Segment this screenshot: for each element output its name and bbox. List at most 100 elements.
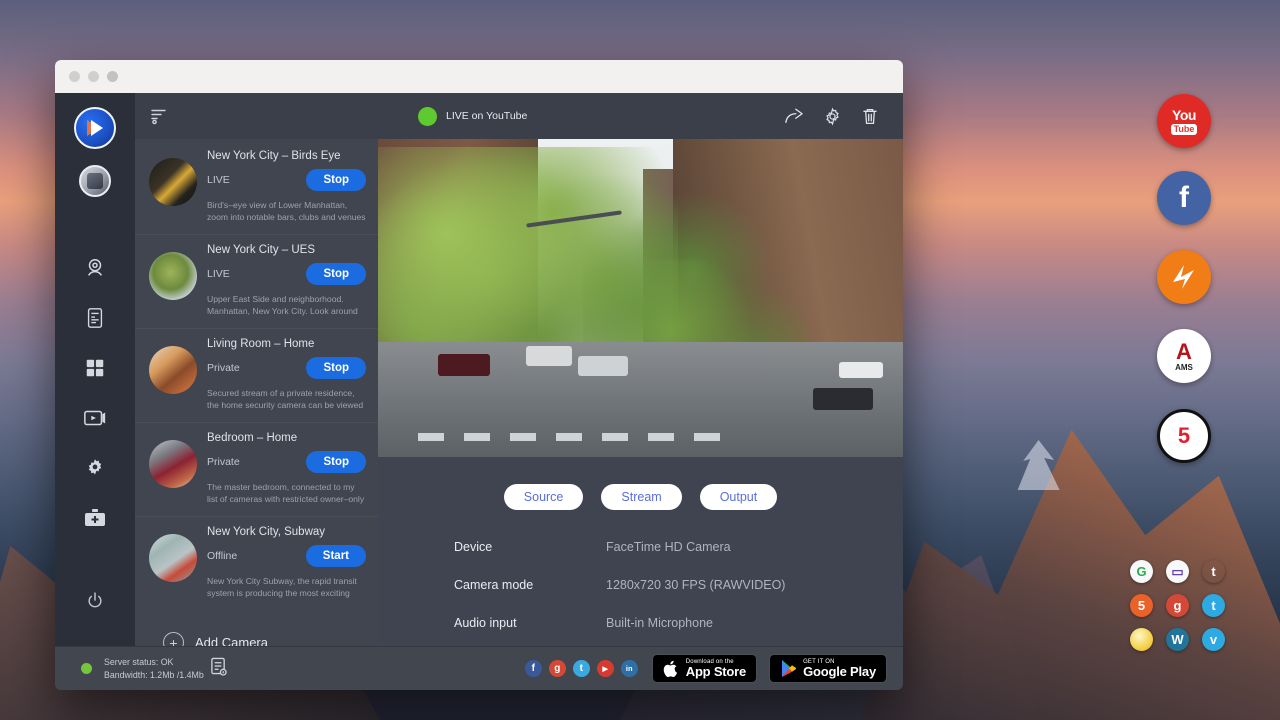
dock-vimeo-icon[interactable]: v [1202,628,1225,651]
dock-tumblr-icon[interactable]: t [1202,560,1225,583]
bandwidth-text: Bandwidth: 1.2Mb /1.4Mb [104,669,204,682]
share-button[interactable] [775,100,813,132]
camera-list-item[interactable]: New York City, Subway Offline Start New … [135,517,378,610]
camera-action-button[interactable]: Start [306,545,366,567]
status-text-block: Server status: OK Bandwidth: 1.2Mb /1.4M… [104,656,204,682]
avatar-icon [87,173,103,189]
linkedin-glyph: in [626,664,633,673]
sidebar-item-settings[interactable] [72,445,118,491]
camera-name: New York City – UES [207,244,366,256]
youtube-glyph: ▶ [603,665,608,673]
live-status-badge: LIVE on YouTube [418,107,527,126]
facebook-glyph: f [532,663,535,674]
video-car [839,362,883,378]
dock-target-five-icon[interactable]: 5 [1157,409,1211,463]
info-label: Camera mode [454,578,606,592]
trash-icon [861,107,879,126]
footer-googleplus-icon[interactable]: g [549,660,566,677]
app-store-badges: Download on the App Store GET IT ON Goog… [652,654,887,683]
main-panel: LIVE on YouTube [378,93,903,646]
app-logo[interactable] [74,107,116,149]
live-status-label: LIVE on YouTube [446,110,527,122]
sort-filter-icon[interactable] [149,107,169,125]
camera-action-button[interactable]: Stop [306,357,366,379]
dock-facebook-icon[interactable]: f [1157,171,1211,225]
camera-name: New York City – Birds Eye [207,150,366,162]
video-car [438,354,490,376]
camera-list-item[interactable]: New York City – UES LIVE Stop Upper East… [135,235,378,329]
zoom-button[interactable] [107,71,118,82]
sidebar-item-power[interactable] [72,578,118,624]
dock-groupon-icon[interactable]: G [1130,560,1153,583]
dock-wowza-icon[interactable] [1157,250,1211,304]
footer-linkedin-icon[interactable]: in [621,660,638,677]
sidebar-item-player[interactable] [72,395,118,441]
camera-action-button[interactable]: Stop [306,263,366,285]
camera-name: New York City, Subway [207,526,366,538]
source-info-table: Device FaceTime HD Camera Camera mode 12… [378,510,903,654]
tab-source[interactable]: Source [504,484,584,510]
left-sidebar [55,93,135,646]
video-preview[interactable] [378,139,903,457]
sidebar-item-camera[interactable] [72,245,118,291]
youtube-you-text: You [1172,108,1196,122]
info-value: FaceTime HD Camera [606,540,731,554]
twitter-glyph: t [1211,598,1215,613]
app-store-badge[interactable]: Download on the App Store [652,654,757,683]
info-row-camera-mode: Camera mode 1280x720 30 FPS (RAWVIDEO) [454,578,903,592]
dock-adobe-ams-icon[interactable]: A AMS [1157,329,1211,383]
add-camera-button[interactable]: + Add Camera [135,610,378,646]
camera-action-button[interactable]: Stop [306,451,366,473]
googleplus-glyph: g [554,663,560,674]
sidebar-item-devices[interactable] [72,295,118,341]
dock-twitch-icon[interactable]: ▭ [1166,560,1189,583]
sidebar-item-avatar[interactable] [79,165,111,197]
camera-status: LIVE [207,174,230,186]
minimize-button[interactable] [88,71,99,82]
sidebar-item-support[interactable] [72,495,118,541]
play-triangle-icon [91,120,103,136]
dock-wordpress-icon[interactable]: W [1166,628,1189,651]
info-label: Device [454,540,606,554]
dock-twitter-icon[interactable]: t [1202,594,1225,617]
status-log-button[interactable] [210,657,227,681]
tab-stream[interactable]: Stream [601,484,681,510]
power-icon [85,591,105,611]
delete-button[interactable] [851,100,889,132]
footer-facebook-icon[interactable]: f [525,660,542,677]
footer-youtube-icon[interactable]: ▶ [597,660,614,677]
five-glyph: 5 [1138,598,1145,613]
server-status-dot [81,663,92,674]
dock-youtube-icon[interactable]: You Tube [1157,94,1211,148]
camera-list-item[interactable]: Living Room – Home Private Stop Secured … [135,329,378,423]
apple-icon [663,659,680,679]
tab-output[interactable]: Output [700,484,778,510]
camera-action-button[interactable]: Stop [306,169,366,191]
camera-status: Private [207,362,240,374]
desktop-dock: You Tube f A AMS 5 G ▭ t 5 g t ● W [1120,0,1280,720]
camera-list: New York City – Birds Eye LIVE Stop Bird… [135,139,378,646]
share-icon [784,107,804,125]
camera-description: Secured stream of a private residence, t… [207,387,366,413]
camera-name: Living Room – Home [207,338,366,350]
server-status-text: Server status: OK [104,656,204,669]
camera-list-item[interactable]: Bedroom – Home Private Stop The master b… [135,423,378,517]
adobe-a-glyph: A [1176,341,1192,363]
camera-list-item[interactable]: New York City – Birds Eye LIVE Stop Bird… [135,141,378,235]
wordpress-glyph: W [1171,632,1183,647]
dock-five-icon[interactable]: 5 [1130,594,1153,617]
video-road [378,342,903,457]
dock-glow-icon[interactable]: ● [1130,628,1153,651]
list-toolbar [135,93,378,139]
dock-googleplus-icon[interactable]: g [1166,594,1189,617]
sidebar-item-grid[interactable] [72,345,118,391]
settings-button[interactable] [813,100,851,132]
facebook-glyph: f [1179,181,1189,215]
close-button[interactable] [69,71,80,82]
camera-name: Bedroom – Home [207,432,366,444]
camera-thumbnail [149,346,197,394]
youtube-tube-text: Tube [1171,124,1198,135]
footer-twitter-icon[interactable]: t [573,660,590,677]
camera-thumbnail [149,252,197,300]
google-play-badge[interactable]: GET IT ON Google Play [769,654,887,683]
